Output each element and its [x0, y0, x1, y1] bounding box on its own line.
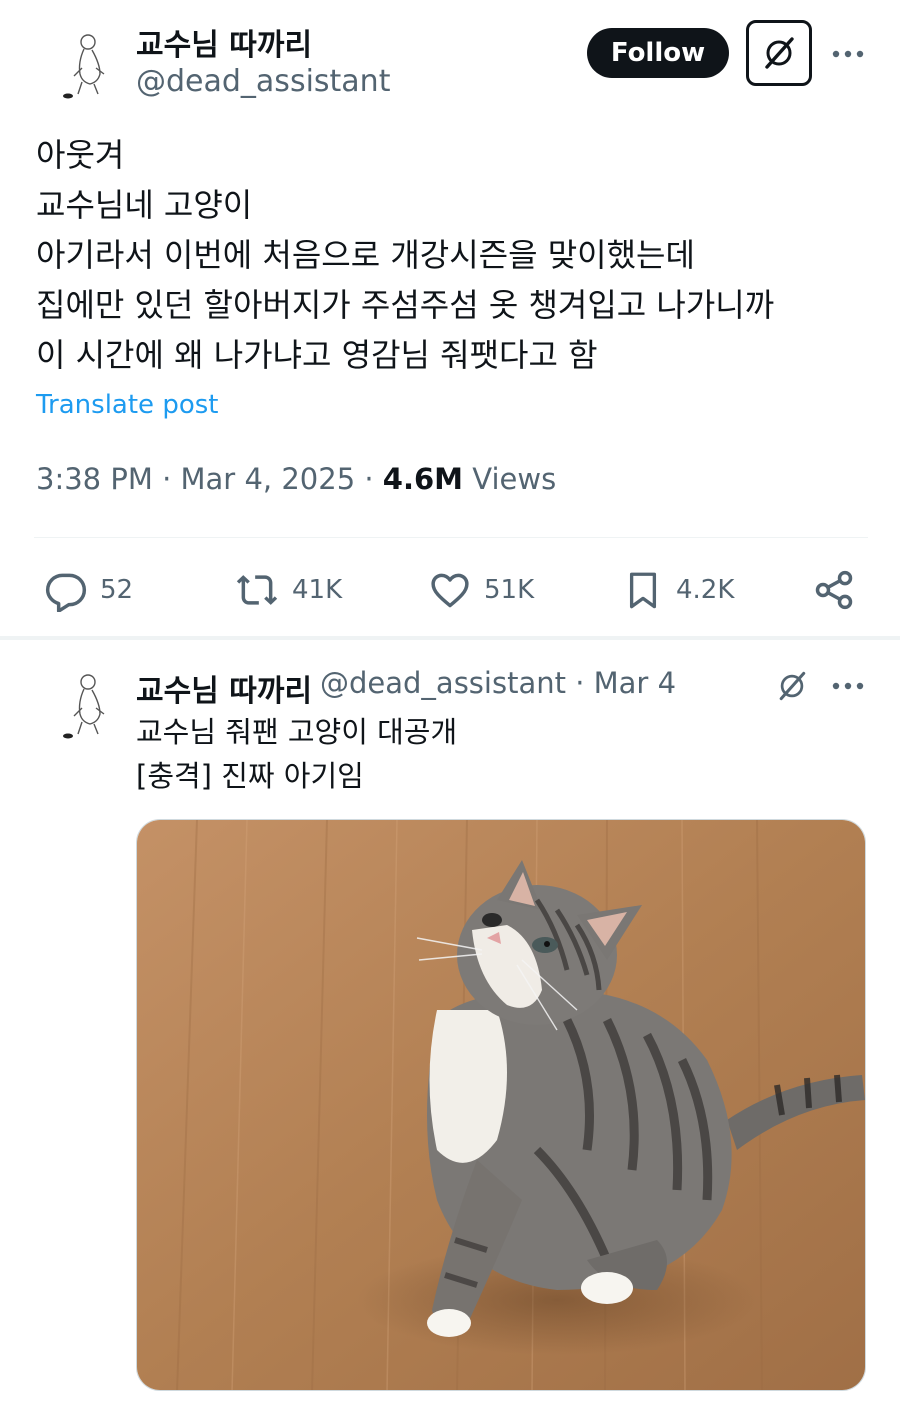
reply-line: 교수님 줘팬 고양이 대공개 — [136, 715, 458, 749]
repost-count: 41K — [292, 575, 343, 605]
more-horizontal-icon — [832, 682, 864, 690]
author-avatar[interactable] — [34, 24, 114, 104]
reply-more-options-button[interactable] — [828, 666, 868, 706]
more-options-button[interactable] — [828, 34, 868, 74]
post-line: 집에만 있던 할아버지가 주섬주섬 옷 챙겨입고 나가니까 — [36, 286, 775, 324]
post-body: 아웃겨 교수님네 고양이 아기라서 이번에 처음으로 개강시즌을 맞이했는데 집… — [36, 130, 876, 380]
post-line: 교수님네 고양이 — [36, 186, 253, 224]
follow-button[interactable]: Follow — [587, 28, 729, 78]
action-bar: 52 41K 51K 4.2K — [0, 560, 900, 620]
post-time[interactable]: 3:38 PM — [36, 462, 153, 496]
views-label: Views — [472, 462, 557, 496]
avatar-sketch-icon — [63, 674, 105, 739]
grok-button[interactable] — [746, 20, 812, 86]
divider — [34, 537, 868, 538]
share-button[interactable] — [812, 560, 856, 620]
bookmark-count: 4.2K — [676, 575, 735, 605]
like-count: 51K — [484, 575, 535, 605]
kitten-photo — [137, 820, 865, 1390]
section-divider — [0, 636, 900, 640]
meta-separator: · — [364, 462, 374, 496]
grok-icon — [779, 671, 806, 701]
tweet-page: 교수님 따까리 @dead_assistant Follow 아웃겨 교수님네 … — [0, 0, 900, 1413]
like-button[interactable]: 51K — [428, 560, 534, 620]
repost-icon — [236, 575, 278, 605]
post-metadata: 3:38 PM · Mar 4, 2025 · 4.6M Views — [36, 462, 556, 496]
post-media-image[interactable] — [136, 819, 866, 1391]
heart-icon — [431, 573, 469, 608]
reply-icon — [45, 573, 87, 612]
avatar-sketch-icon — [63, 34, 105, 99]
reply-line: [충격] 진짜 아기임 — [136, 759, 364, 793]
more-horizontal-icon — [832, 50, 864, 58]
reply-count: 52 — [100, 575, 134, 605]
reply-body: 교수님 줘팬 고양이 대공개 [충격] 진짜 아기임 — [136, 710, 457, 798]
post-line: 이 시간에 왜 나가냐고 영감님 줘팻다고 함 — [36, 336, 598, 374]
reply-author-avatar[interactable] — [34, 664, 114, 744]
repost-button[interactable]: 41K — [234, 560, 342, 620]
author-handle[interactable]: @dead_assistant — [136, 64, 390, 99]
meta-separator: · — [162, 462, 172, 496]
views-count: 4.6M — [382, 462, 464, 496]
reply-display-name[interactable]: 교수님 따까리 — [136, 666, 312, 710]
author-display-name[interactable]: 교수님 따까리 — [136, 20, 312, 64]
post-date[interactable]: Mar 4, 2025 — [181, 462, 356, 496]
post-line: 아기라서 이번에 처음으로 개강시즌을 맞이했는데 — [36, 236, 695, 274]
reply-handle-date[interactable]: @dead_assistant · Mar 4 — [320, 666, 676, 700]
grok-icon — [765, 37, 794, 69]
translate-post-link[interactable]: Translate post — [36, 390, 218, 420]
reply-button[interactable]: 52 — [44, 560, 133, 620]
share-icon — [815, 570, 853, 610]
bookmark-button[interactable]: 4.2K — [622, 560, 734, 620]
post-line: 아웃겨 — [36, 136, 125, 174]
reply-grok-button[interactable] — [772, 666, 812, 706]
bookmark-icon — [629, 572, 657, 609]
